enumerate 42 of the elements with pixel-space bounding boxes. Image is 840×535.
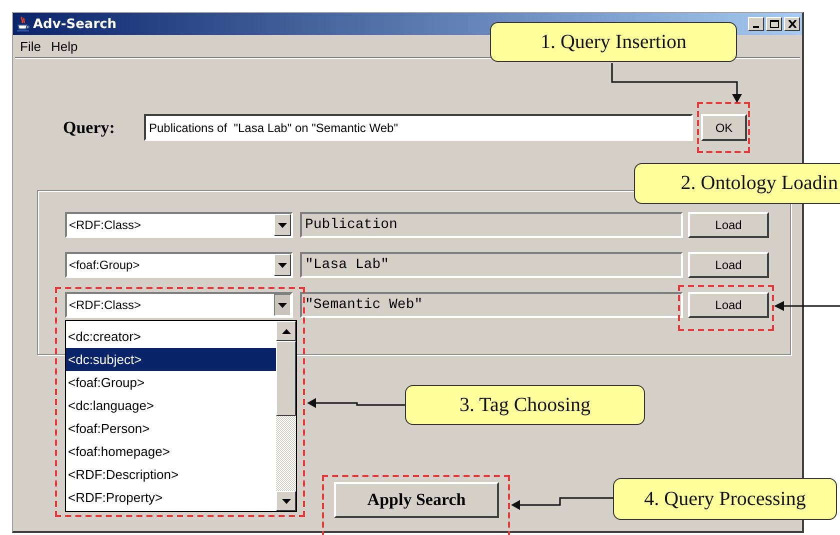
callout-note: 4. Query Processing <box>613 478 837 520</box>
scroll-down-icon <box>282 498 290 504</box>
menu-item[interactable]: Help <box>46 38 83 54</box>
callout-note: 2. Ontology Loadin <box>634 163 840 204</box>
callout-note: 1. Query Insertion <box>490 22 737 62</box>
window-title: Adv-Search <box>33 16 117 32</box>
caret-icon <box>278 262 287 268</box>
list-item[interactable]: <dc:language> <box>66 394 276 417</box>
load-button[interactable]: Load <box>688 212 769 238</box>
cup-icon <box>16 16 30 32</box>
close-icon <box>788 20 796 28</box>
load-button[interactable]: Load <box>688 252 769 278</box>
close-button[interactable] <box>784 17 800 31</box>
query-label: Query: <box>63 118 116 138</box>
list-item[interactable]: <RDF:Property> <box>66 486 276 509</box>
tag-combo[interactable]: <RDF:Class> <box>65 212 293 238</box>
callout-note: 3. Tag Choosing <box>405 385 645 425</box>
highlight-frame <box>697 102 750 153</box>
load-button[interactable]: Load <box>688 292 769 318</box>
caret-icon <box>278 302 287 308</box>
ok-button[interactable]: OK <box>701 114 747 141</box>
query-field[interactable]: Publications of "Lasa Lab" on "Semantic Web" <box>144 114 693 141</box>
tag-combo[interactable]: <foaf:Group> <box>65 252 293 278</box>
value-field[interactable]: Publication <box>300 212 683 238</box>
maximize-button[interactable] <box>766 17 782 31</box>
list-item[interactable]: <foaf:Group> <box>66 371 276 394</box>
pointer-arrow <box>774 301 840 311</box>
list-item[interactable]: <dc:creator> <box>66 325 276 348</box>
list-item[interactable]: <foaf:homepage> <box>66 440 276 463</box>
minimize-button[interactable] <box>748 17 764 31</box>
scroll-up-icon <box>282 328 290 334</box>
list-item[interactable]: <dc:subject> <box>66 348 276 371</box>
value-field[interactable]: "Semantic Web" <box>300 292 683 318</box>
value-field[interactable]: "Lasa Lab" <box>300 252 683 278</box>
apply-search-button[interactable]: Apply Search <box>334 482 499 518</box>
scrollbar[interactable] <box>276 321 296 511</box>
maximize-icon <box>770 20 778 28</box>
list-item[interactable]: <RDF:Description> <box>66 463 276 486</box>
caret-icon <box>278 222 287 228</box>
list-item[interactable]: <foaf:Person> <box>66 417 276 440</box>
tag-list[interactable]: <dc:creator> <dc:subject> <foaf:Group> <dc:language> <foaf:Person> <foaf:homepage> <RDF:Description> <RDF:Property> <box>65 320 297 512</box>
menu-item[interactable]: File <box>15 38 46 54</box>
